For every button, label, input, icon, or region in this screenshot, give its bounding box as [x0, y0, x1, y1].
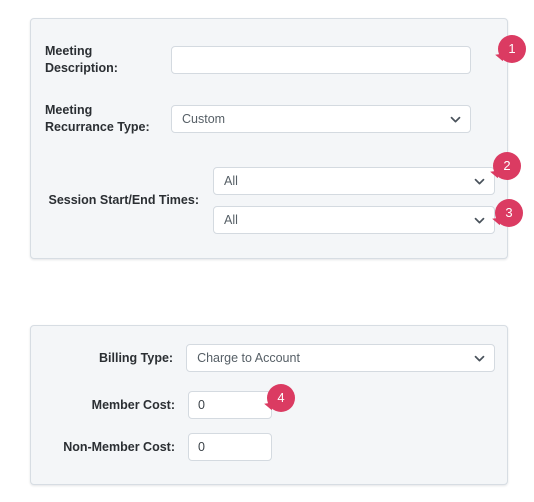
- annotation-badge-1-number: 1: [508, 41, 516, 56]
- meeting-description-label: Meeting Description:: [45, 44, 118, 75]
- session-end-value: All: [224, 212, 238, 227]
- chevron-down-icon: [474, 353, 485, 364]
- session-start-value: All: [224, 173, 238, 188]
- meeting-recurrance-type-value: Custom: [182, 112, 226, 126]
- session-times-selects: All All: [213, 166, 495, 234]
- session-times-row: Session Start/End Times: All All: [45, 164, 495, 236]
- chevron-down-icon: [474, 215, 485, 226]
- billing-type-value: Charge to Account: [197, 351, 300, 365]
- member-cost-label: Member Cost:: [91, 397, 175, 412]
- chevron-down-icon: [474, 176, 485, 187]
- annotation-badge-2-number: 2: [503, 158, 511, 173]
- non-member-cost-label: Non-Member Cost:: [63, 439, 175, 454]
- session-times-label: Session Start/End Times:: [48, 192, 199, 207]
- meeting-recurrance-type-select[interactable]: Custom: [171, 105, 471, 133]
- member-cost-input[interactable]: [188, 391, 272, 419]
- annotation-badge-1[interactable]: 1: [494, 35, 526, 63]
- meeting-recurrance-type-label: Meeting Recurrance Type:: [45, 103, 150, 134]
- annotation-badge-3[interactable]: 3: [491, 199, 523, 227]
- non-member-cost-row: Non-Member Cost:: [45, 433, 495, 461]
- meeting-details-card: Meeting Description: Meeting Recurrance …: [30, 18, 508, 259]
- billing-type-label: Billing Type:: [99, 350, 174, 365]
- billing-type-row: Billing Type: Charge to Account: [45, 344, 495, 372]
- meeting-recurrance-type-row: Meeting Recurrance Type: Custom: [45, 103, 495, 134]
- non-member-cost-input[interactable]: [188, 433, 272, 461]
- billing-type-select[interactable]: Charge to Account: [186, 344, 495, 372]
- session-end-select[interactable]: All: [213, 205, 495, 234]
- annotation-badge-4[interactable]: 4: [263, 384, 295, 412]
- annotation-badge-4-number: 4: [277, 390, 285, 405]
- meeting-description-input[interactable]: [171, 46, 471, 74]
- chevron-down-icon: [450, 114, 461, 125]
- meeting-description-row: Meeting Description:: [45, 43, 495, 77]
- annotation-badge-2[interactable]: 2: [489, 152, 521, 180]
- session-start-select[interactable]: All: [213, 166, 495, 195]
- annotation-badge-3-number: 3: [505, 205, 513, 220]
